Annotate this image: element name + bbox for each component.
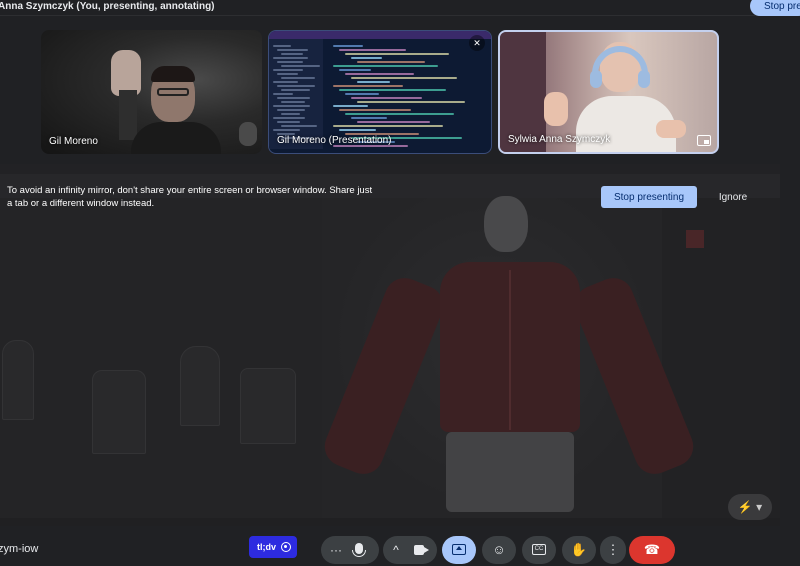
mic-control-group: ··· [321,536,379,564]
muted-mic-icon: ✕ [469,35,485,51]
file-tree-line [281,53,303,55]
code-line [345,113,454,115]
tldv-label: tl;dv [257,542,276,552]
presentation-window-bar [269,31,491,39]
file-tree-line [277,109,305,111]
file-tree-line [281,89,310,91]
file-tree-line [277,97,310,99]
headphones-ear-left [590,70,602,88]
call-end-icon: ☎ [643,542,661,557]
file-tree-line [277,73,298,75]
code-line [357,101,465,103]
code-line [333,45,363,47]
more-options-button[interactable]: ⋮ [600,536,626,564]
file-tree-line [273,45,291,47]
code-line [351,97,422,99]
code-line [333,125,443,127]
picture-in-picture-icon[interactable] [697,135,711,146]
participant-video-glasses [157,88,189,96]
file-tree-line [277,85,315,87]
chevron-up-icon[interactable]: ^ [387,536,405,564]
code-line [339,129,376,131]
participant-name: Sylwia Anna Szymczyk [508,134,611,145]
stop-presenting-top-button[interactable]: Stop presenting [750,0,800,16]
code-line [333,105,368,107]
file-tree-line [273,129,300,131]
file-tree-line [281,125,317,127]
file-tree-line [277,121,300,123]
code-line [351,117,387,119]
infinity-mirror-warning: To avoid an infinity mirror, don't share… [7,185,373,209]
code-line [345,53,449,55]
file-tree-line [281,77,315,79]
raise-hand-button[interactable]: ✋ [562,536,596,564]
raise-hand-icon: ✋ [570,542,588,557]
end-call-button[interactable]: ☎ [629,536,675,564]
participant-video-hair [151,66,195,82]
presenter-status-text: Anna Szymczyk (You, presenting, annotati… [0,1,215,12]
file-tree-line [277,61,303,63]
code-line [333,85,403,87]
participant-name: Gil Moreno (Presentation) [277,135,392,146]
code-line [333,65,438,67]
closed-captions-icon: CC [532,544,546,555]
participant-tile-gil[interactable]: Gil Moreno [41,30,262,154]
participant-tile-sylwia[interactable]: Sylwia Anna Szymczyk [498,30,719,154]
code-line [339,49,406,51]
emoji-icon: ☺ [492,542,506,557]
tldv-recorder-button[interactable]: tl;dv [249,536,297,558]
emoji-reactions-button[interactable]: ☺ [482,536,516,564]
ignore-warning-button[interactable]: Ignore [710,186,756,208]
file-tree-line [273,105,310,107]
code-line [351,77,457,79]
code-line [345,93,379,95]
code-line [345,73,414,75]
record-icon [281,542,291,552]
code-line [351,57,382,59]
code-line [339,89,446,91]
participant-video-hand-2 [656,120,686,138]
file-tree-line [273,69,303,71]
present-screen-icon [452,544,466,555]
code-line [357,61,425,63]
file-tree-line [281,113,300,115]
file-tree-line [273,117,305,119]
file-tree-line [281,65,320,67]
meeting-code: zym-iow [0,543,39,555]
presentation-tile[interactable]: ✕ Gil Moreno (Presentation) [268,30,492,154]
more-vert-icon: ⋮ [606,542,620,557]
code-line [357,121,430,123]
annotation-tools-button[interactable]: ⚡ ▾ [728,494,772,520]
code-line [339,69,371,71]
code-line [339,109,411,111]
presenting-banner: Anna Szymczyk (You, presenting, annotati… [0,0,800,16]
participant-video-body [131,122,221,154]
file-tree-line [273,57,308,59]
participant-video-hand [544,92,568,126]
participant-video-arm [119,90,137,140]
videocam-icon[interactable] [414,545,429,555]
more-horiz-icon[interactable]: ··· [325,536,347,564]
infinity-mirror-overlay [0,164,780,526]
file-tree-line [277,49,308,51]
code-line [357,81,390,83]
file-tree-line [273,93,293,95]
file-tree-line [281,101,305,103]
headphones-ear-right [638,70,650,88]
participant-name: Gil Moreno [49,136,98,147]
file-tree-line [273,81,298,83]
background-lamp [239,122,257,146]
stop-presenting-button[interactable]: Stop presenting [601,186,697,208]
